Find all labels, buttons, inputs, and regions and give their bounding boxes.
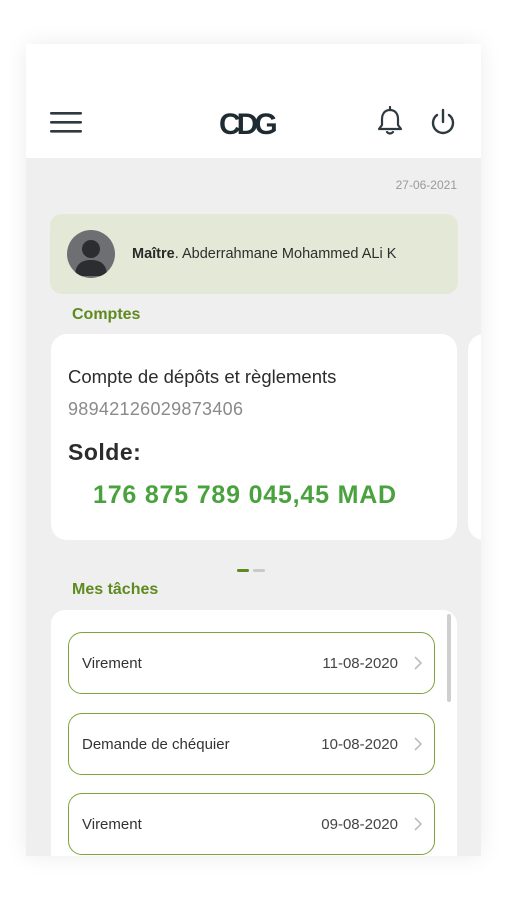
task-label: Virement	[82, 655, 142, 672]
next-account-card-peek[interactable]	[468, 334, 481, 540]
tasks-scrollbar[interactable]	[447, 614, 451, 702]
task-label: Demande de chéquier	[82, 736, 230, 753]
chevron-right-icon	[414, 737, 423, 751]
task-item[interactable]: Demande de chéquier 10-08-2020	[68, 713, 435, 775]
carousel-pager	[237, 559, 269, 572]
account-name: Compte de dépôts et règlements	[68, 366, 337, 387]
tasks-panel: Virement 11-08-2020 Demande de chéquier …	[51, 610, 457, 856]
task-date: 10-08-2020	[321, 736, 398, 753]
hamburger-menu-icon[interactable]	[50, 108, 82, 136]
account-card[interactable]: Compte de dépôts et règlements 989421260…	[51, 334, 457, 540]
task-date: 11-08-2020	[322, 655, 398, 672]
task-item[interactable]: Virement 11-08-2020	[68, 632, 435, 694]
profile-card[interactable]: Maître. Abderrahmane Mohammed ALi K	[50, 214, 458, 294]
chevron-right-icon	[414, 817, 423, 831]
tasks-section-title: Mes tâches	[72, 581, 159, 598]
pager-dot-active[interactable]	[237, 569, 249, 572]
balance-label: Solde:	[68, 439, 142, 465]
bell-icon[interactable]	[376, 106, 404, 136]
profile-full-name: . Abderrahmane Mohammed ALi K	[174, 246, 397, 262]
account-balance: 176 875 789 045,45 MAD	[93, 481, 397, 509]
power-icon[interactable]	[428, 107, 458, 137]
cdg-logo: CDG	[219, 108, 280, 138]
account-number: 98942126029873406	[68, 399, 244, 419]
chevron-right-icon	[414, 656, 423, 670]
app-screen: CDG 27-06-2021 Maître. Abderrahmane Moha…	[26, 44, 481, 856]
profile-name: Maître. Abderrahmane Mohammed ALi K	[132, 246, 396, 262]
profile-title: Maître	[132, 246, 175, 262]
task-date: 09-08-2020	[321, 816, 398, 833]
logo-text: CDG	[219, 108, 276, 138]
top-bar: CDG	[26, 44, 481, 158]
task-label: Virement	[82, 816, 142, 833]
accounts-section-title: Comptes	[72, 306, 141, 323]
user-avatar-icon	[67, 230, 115, 278]
task-item[interactable]: Virement 09-08-2020	[68, 793, 435, 855]
current-date: 27-06-2021	[395, 178, 457, 192]
pager-dot[interactable]	[253, 569, 265, 572]
